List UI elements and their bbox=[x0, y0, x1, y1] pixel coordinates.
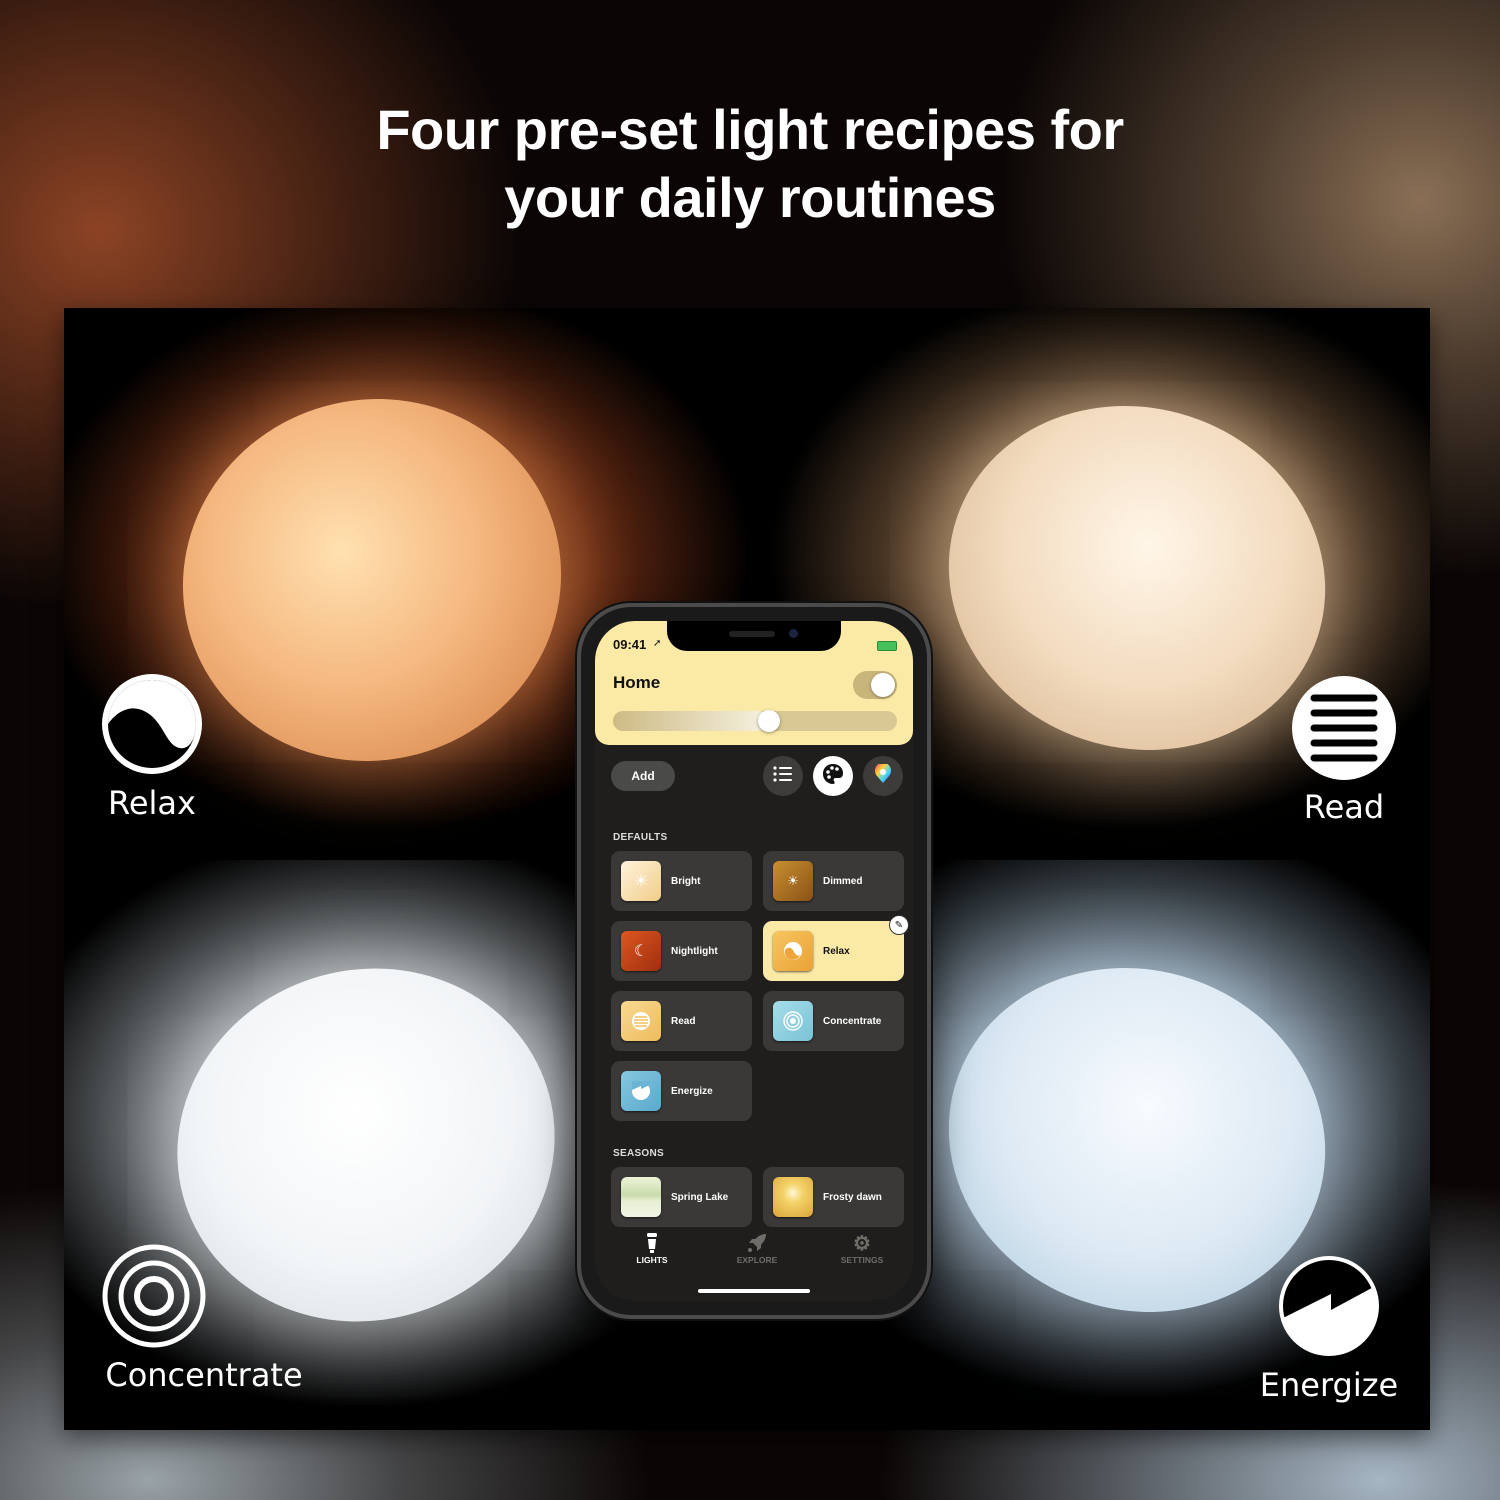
status-time: 09:41 bbox=[613, 637, 647, 652]
list-view-button[interactable] bbox=[763, 756, 803, 796]
toggle-knob bbox=[871, 673, 895, 697]
concentric-circles-icon bbox=[100, 1242, 208, 1350]
tab-label: LIGHTS bbox=[636, 1255, 668, 1265]
tab-label: EXPLORE bbox=[736, 1255, 778, 1265]
tab-label: SETTINGS bbox=[840, 1255, 884, 1265]
frosty-dawn-thumbnail bbox=[773, 1177, 813, 1217]
concentric-circles-icon bbox=[773, 1001, 813, 1041]
sun-dim-icon: ☀ bbox=[773, 861, 813, 901]
scene-tile-frosty-dawn[interactable]: Frosty dawn bbox=[763, 1167, 904, 1227]
speaker bbox=[729, 631, 775, 637]
headline: Four pre-set light recipes for your dail… bbox=[0, 96, 1500, 232]
energize-bolt-icon bbox=[1275, 1252, 1383, 1360]
smartphone: 09:41 ➚ Home Add DEFAULTS ☀ Bright ☀ Dim… bbox=[577, 603, 931, 1319]
recipe-label: Relax bbox=[108, 784, 196, 822]
scene-tile-bright[interactable]: ☀ Bright bbox=[611, 851, 752, 911]
tile-label: Frosty dawn bbox=[823, 1191, 882, 1203]
tile-label: Bright bbox=[671, 875, 701, 887]
gear-icon: ⚙ bbox=[853, 1232, 871, 1255]
recipe-label: Read bbox=[1303, 788, 1385, 826]
scene-tile-read[interactable]: Read bbox=[611, 991, 752, 1051]
color-picker-button[interactable] bbox=[863, 756, 903, 796]
edit-scene-button[interactable]: ✎ bbox=[889, 915, 909, 935]
color-wheel-icon bbox=[874, 762, 892, 789]
scenes-view-button[interactable] bbox=[813, 756, 853, 796]
bulb-icon bbox=[607, 1231, 697, 1255]
front-camera bbox=[789, 629, 798, 638]
brightness-fill bbox=[613, 711, 770, 731]
pencil-icon: ✎ bbox=[894, 919, 904, 931]
read-lines-icon bbox=[621, 1001, 661, 1041]
read-lines-icon bbox=[1290, 674, 1398, 782]
tile-label: Read bbox=[671, 1015, 696, 1027]
recipe-label: Concentrate bbox=[105, 1356, 303, 1394]
tile-label: Relax bbox=[823, 945, 850, 957]
headline-line-1: Four pre-set light recipes for bbox=[376, 98, 1124, 161]
scene-tile-dimmed[interactable]: ☀ Dimmed bbox=[763, 851, 904, 911]
recipe-energize: Energize bbox=[1249, 1252, 1409, 1404]
tile-label: Nightlight bbox=[671, 945, 718, 957]
tile-label: Dimmed bbox=[823, 875, 863, 887]
scene-tile-relax[interactable]: Relax ✎ bbox=[763, 915, 909, 981]
add-button[interactable]: Add bbox=[611, 761, 675, 791]
rocket-icon bbox=[712, 1231, 802, 1255]
room-title: Home bbox=[613, 673, 661, 692]
recipe-label: Energize bbox=[1259, 1366, 1399, 1404]
recipe-relax: Relax bbox=[92, 670, 212, 822]
tile-label: Spring Lake bbox=[671, 1191, 729, 1203]
location-arrow-icon: ➚ bbox=[653, 638, 662, 649]
relax-yin-icon bbox=[773, 931, 813, 971]
recipe-concentrate: Concentrate bbox=[94, 1242, 314, 1394]
battery-charging-icon bbox=[877, 641, 897, 651]
spring-lake-thumbnail bbox=[621, 1177, 661, 1217]
relax-yin-icon bbox=[98, 670, 206, 778]
palette-icon bbox=[822, 763, 844, 790]
sun-icon: ☀ bbox=[621, 861, 661, 901]
home-indicator[interactable] bbox=[698, 1289, 810, 1293]
recipe-read: Read bbox=[1284, 674, 1404, 826]
section-seasons-title: SEASONS bbox=[613, 1148, 665, 1159]
brightness-slider[interactable] bbox=[613, 710, 897, 732]
headline-line-2: your daily routines bbox=[504, 166, 996, 229]
bottom-tab-bar: LIGHTS EXPLORE ⚙ SETTINGS bbox=[595, 1221, 913, 1301]
room-power-toggle[interactable] bbox=[853, 671, 897, 699]
brightness-thumb[interactable] bbox=[758, 710, 781, 732]
tile-label: Concentrate bbox=[823, 1015, 882, 1027]
tab-explore[interactable]: EXPLORE bbox=[712, 1231, 802, 1265]
scene-tile-concentrate[interactable]: Concentrate bbox=[763, 991, 904, 1051]
section-defaults-title: DEFAULTS bbox=[613, 832, 668, 843]
notch bbox=[667, 621, 841, 651]
tile-label: Energize bbox=[671, 1085, 713, 1097]
list-icon bbox=[773, 765, 793, 788]
scene-tile-nightlight[interactable]: ☾ Nightlight bbox=[611, 921, 752, 981]
hue-app-screen: 09:41 ➚ Home Add DEFAULTS ☀ Bright ☀ Dim… bbox=[595, 621, 913, 1301]
tab-lights[interactable]: LIGHTS bbox=[607, 1231, 697, 1265]
scene-tile-spring-lake[interactable]: Spring Lake bbox=[611, 1167, 752, 1227]
scene-tile-energize[interactable]: Energize bbox=[611, 1061, 752, 1121]
tab-settings[interactable]: ⚙ SETTINGS bbox=[817, 1231, 907, 1266]
energize-bolt-icon bbox=[621, 1071, 661, 1111]
moon-stars-icon: ☾ bbox=[621, 931, 661, 971]
